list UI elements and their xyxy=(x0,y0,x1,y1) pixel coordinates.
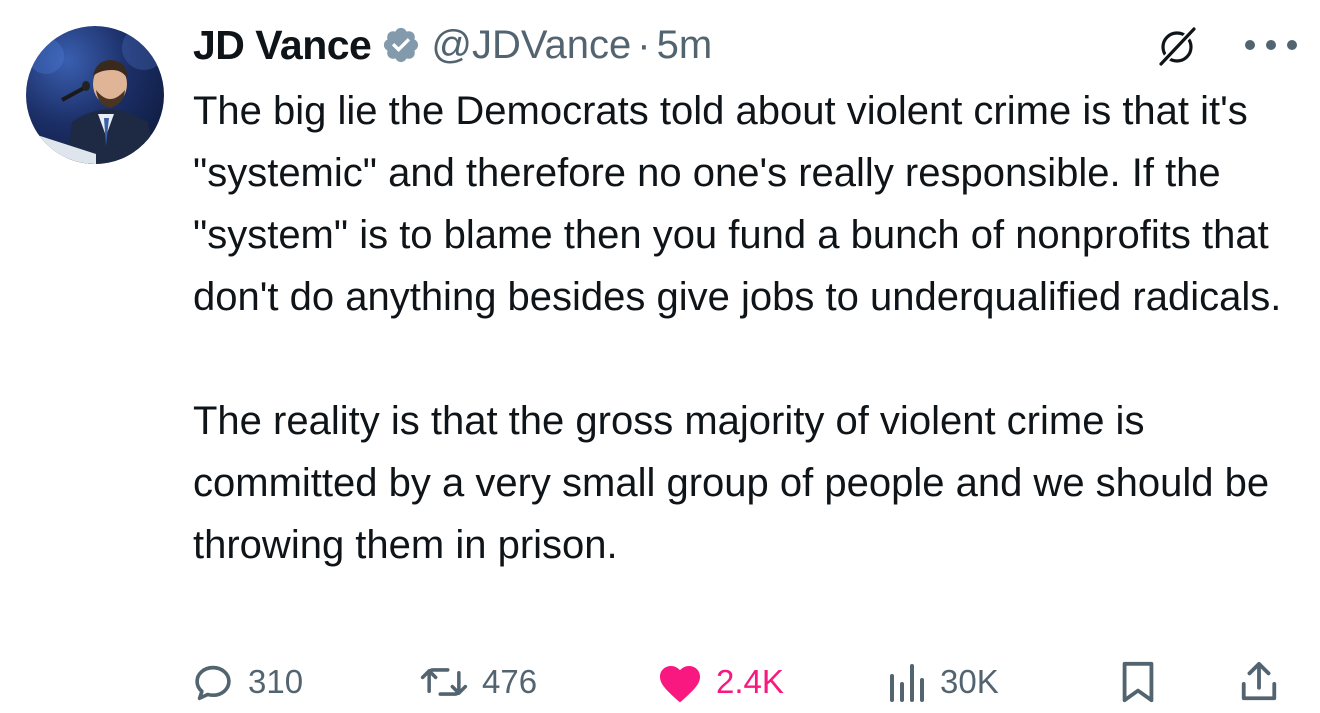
tweet-action-bar: 310 476 2.4K 30K xyxy=(190,654,1300,710)
bookmark-button[interactable] xyxy=(1118,654,1158,710)
more-options-button[interactable] xyxy=(1238,22,1304,68)
verified-badge-icon[interactable] xyxy=(381,25,421,65)
tweet-text: The big lie the Democrats told about vio… xyxy=(193,80,1303,576)
separator-dot: · xyxy=(637,22,651,67)
reply-icon xyxy=(190,659,236,705)
tweet-timestamp[interactable]: 5m xyxy=(657,23,713,68)
heart-icon xyxy=(656,660,704,704)
reply-count: 310 xyxy=(248,663,304,700)
more-icon xyxy=(1242,38,1300,52)
reply-button[interactable]: 310 xyxy=(190,654,303,710)
avatar[interactable] xyxy=(26,26,164,164)
views-count: 30K xyxy=(940,663,999,700)
repost-button[interactable]: 476 xyxy=(418,654,537,710)
author-display-name[interactable]: JD Vance xyxy=(193,22,372,69)
views-button[interactable]: 30K xyxy=(888,654,999,710)
grok-button[interactable] xyxy=(1152,22,1202,72)
avatar-photo xyxy=(28,26,164,164)
like-button[interactable]: 2.4K xyxy=(656,654,784,710)
author-handle[interactable]: @JDVance xyxy=(431,23,631,68)
tweet-paragraph: The big lie the Democrats told about vio… xyxy=(193,89,1282,319)
share-button[interactable] xyxy=(1238,654,1280,710)
repost-count: 476 xyxy=(482,663,538,700)
like-count: 2.4K xyxy=(716,663,784,700)
tweet-paragraph: The reality is that the gross majority o… xyxy=(193,399,1270,567)
bookmark-icon xyxy=(1118,659,1158,705)
repost-icon xyxy=(418,659,470,705)
views-icon xyxy=(888,660,928,704)
share-icon xyxy=(1238,659,1280,705)
grok-icon xyxy=(1155,25,1199,69)
tweet-header: JD Vance @JDVance · 5m xyxy=(193,18,712,72)
